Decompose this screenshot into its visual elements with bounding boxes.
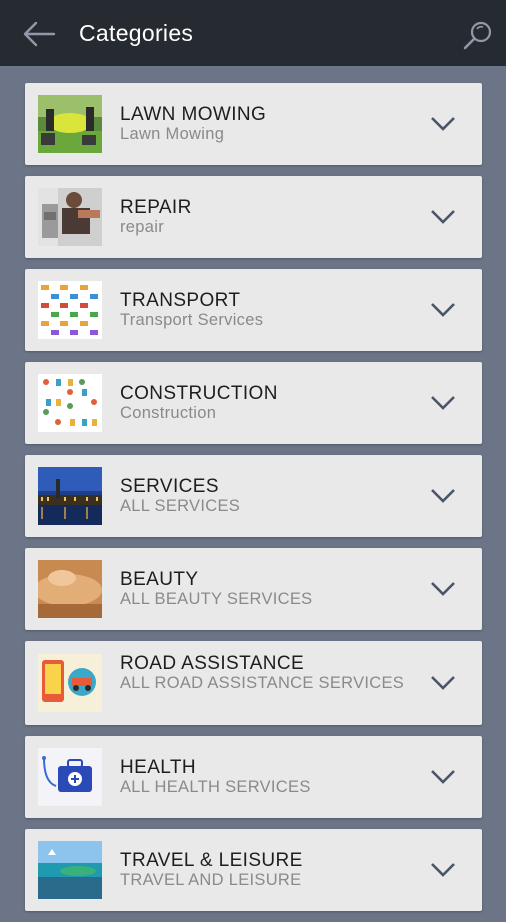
- search-icon[interactable]: [462, 20, 494, 52]
- category-name: LAWN MOWING: [120, 104, 267, 125]
- category-item-lawn-mowing[interactable]: LAWN MOWING Lawn Mowing: [25, 83, 482, 165]
- page-title: Categories: [79, 20, 194, 46]
- category-subtitle: ALL ROAD ASSISTANCE SERVICES: [120, 674, 405, 692]
- category-item-construction[interactable]: CONSTRUCTION Construction: [25, 362, 482, 444]
- chevron-down-icon[interactable]: [430, 488, 456, 504]
- category-item-repair[interactable]: REPAIR repair: [25, 176, 482, 258]
- category-subtitle: Transport Services: [120, 311, 264, 329]
- category-item-beauty[interactable]: BEAUTY ALL BEAUTY SERVICES: [25, 548, 482, 630]
- category-name: HEALTH: [120, 757, 196, 778]
- chevron-down-icon[interactable]: [430, 209, 456, 225]
- app-bar: Categories: [0, 0, 506, 66]
- chevron-down-icon[interactable]: [430, 769, 456, 785]
- massage-photo: [38, 560, 102, 618]
- category-subtitle: Construction: [120, 404, 217, 422]
- chevron-down-icon[interactable]: [430, 862, 456, 878]
- category-subtitle: repair: [120, 218, 164, 236]
- chevron-down-icon[interactable]: [430, 675, 456, 691]
- medical-kit-illustration: [38, 748, 102, 806]
- chevron-down-icon[interactable]: [430, 581, 456, 597]
- chevron-down-icon[interactable]: [430, 395, 456, 411]
- category-item-health[interactable]: HEALTH ALL HEALTH SERVICES: [25, 736, 482, 818]
- repair-photo: [38, 188, 102, 246]
- category-subtitle: ALL BEAUTY SERVICES: [120, 590, 313, 608]
- arrow-left-icon[interactable]: [22, 20, 56, 48]
- category-item-road-assistance[interactable]: ROAD ASSISTANCE ALL ROAD ASSISTANCE SERV…: [25, 641, 482, 725]
- category-name: TRAVEL & LEISURE: [120, 850, 303, 871]
- category-subtitle: ALL HEALTH SERVICES: [120, 778, 311, 796]
- lawn-mowing-photo: [38, 95, 102, 153]
- category-subtitle: ALL SERVICES: [120, 497, 241, 515]
- category-name: SERVICES: [120, 476, 219, 497]
- category-name: TRANSPORT: [120, 290, 241, 311]
- road-assistance-illustration: [38, 654, 102, 712]
- category-item-transport[interactable]: TRANSPORT Transport Services: [25, 269, 482, 351]
- category-name: ROAD ASSISTANCE: [120, 653, 305, 674]
- category-list: LAWN MOWING Lawn Mowing REPAIR repair TR…: [25, 83, 482, 922]
- category-subtitle: Lawn Mowing: [120, 125, 225, 143]
- category-item-services[interactable]: SERVICES ALL SERVICES: [25, 455, 482, 537]
- chevron-down-icon[interactable]: [430, 302, 456, 318]
- category-name: REPAIR: [120, 197, 192, 218]
- category-subtitle: TRAVEL AND LEISURE: [120, 871, 302, 889]
- city-night-photo: [38, 467, 102, 525]
- construction-tools-image: [38, 374, 102, 432]
- category-item-travel-leisure[interactable]: TRAVEL & LEISURE TRAVEL AND LEISURE: [25, 829, 482, 911]
- beach-resort-photo: [38, 841, 102, 899]
- category-name: BEAUTY: [120, 569, 199, 590]
- chevron-down-icon[interactable]: [430, 116, 456, 132]
- transport-icons-image: [38, 281, 102, 339]
- category-name: CONSTRUCTION: [120, 383, 278, 404]
